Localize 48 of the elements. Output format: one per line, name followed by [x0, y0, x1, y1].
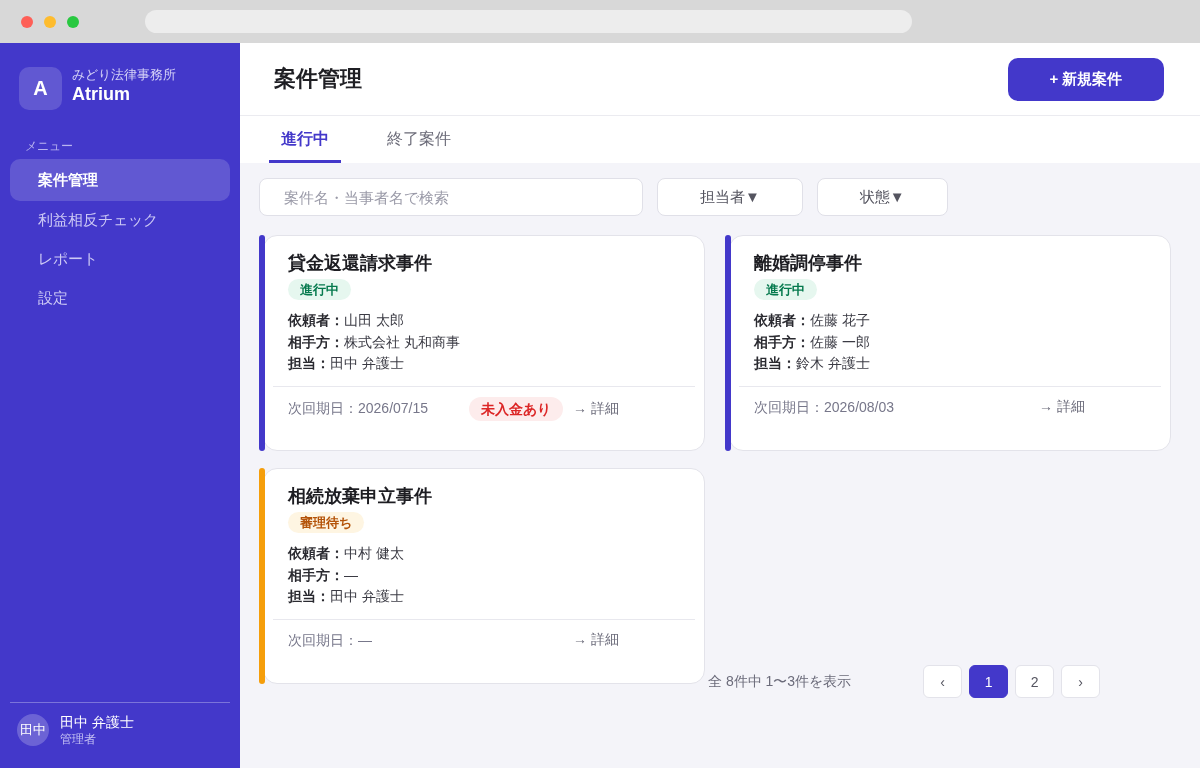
close-icon[interactable]: [21, 15, 33, 28]
user-name: 田中 弁護士: [60, 713, 134, 731]
next-date: 次回期日：—: [288, 630, 373, 650]
case-detail: 依頼者：中村 健太: [288, 544, 405, 563]
pagination-summary: 全 8件中 1〜3件を表示: [708, 672, 852, 691]
page-button[interactable]: 2: [1015, 665, 1055, 698]
case-title: 貸金返還請求事件: [288, 252, 433, 275]
sidebar-item[interactable]: 案件管理: [10, 159, 230, 201]
case-title: 相続放棄申立事件: [288, 485, 433, 508]
tab[interactable]: 終了案件: [375, 116, 463, 163]
firm-name: みどり法律事務所: [72, 66, 176, 83]
case-detail: 担当：田中 弁護士: [288, 354, 405, 373]
minimize-icon[interactable]: [44, 15, 56, 28]
case-detail: 依頼者：佐藤 花子: [754, 311, 871, 330]
case-detail: 担当：田中 弁護士: [288, 587, 405, 606]
case-detail: 相手方：佐藤 一郎: [754, 332, 871, 352]
status-pill: 進行中: [288, 279, 351, 300]
prev-page-button[interactable]: ‹: [923, 665, 963, 698]
search-field[interactable]: 案件名・当事者名で検索: [259, 178, 643, 216]
details-link[interactable]: → 詳細: [1039, 398, 1085, 416]
case-title: 離婚調停事件: [754, 252, 863, 275]
sidebar-item[interactable]: 利益相反チェック: [10, 201, 230, 240]
page-button[interactable]: 1: [969, 665, 1009, 698]
logo-mark: A: [19, 67, 62, 110]
case-detail: 担当：鈴木 弁護士: [754, 354, 871, 373]
new-case-button[interactable]: + 新規案件: [1008, 57, 1164, 101]
maximize-icon[interactable]: [67, 15, 79, 28]
filter-dropdown[interactable]: 状態▼: [816, 178, 948, 216]
case-detail: 依頼者：山田 太郎: [288, 311, 405, 330]
details-link[interactable]: → 詳細: [573, 399, 619, 418]
case-detail: 相手方：株式会社 丸和商事: [288, 332, 461, 352]
app-name: Atrium: [72, 83, 131, 105]
sidebar-item[interactable]: レポート: [10, 240, 230, 279]
sidebar-item[interactable]: 設定: [10, 279, 230, 318]
filter-dropdown[interactable]: 担当者▼: [657, 178, 803, 216]
status-pill: 審理待ち: [288, 512, 364, 533]
menu-section-label: メニュー: [24, 138, 74, 155]
user-role: 管理者: [60, 731, 97, 747]
details-link[interactable]: → 詳細: [573, 631, 619, 649]
tab[interactable]: 進行中: [269, 116, 341, 163]
next-date: 次回期日：2026/07/15: [288, 399, 430, 418]
user-avatar: 田中: [17, 714, 49, 746]
page-title: 案件管理: [274, 65, 362, 93]
status-pill: 進行中: [754, 279, 817, 300]
next-date: 次回期日：2026/08/03: [754, 397, 896, 417]
case-detail: 相手方：—: [288, 565, 359, 585]
next-page-button[interactable]: ›: [1061, 665, 1101, 698]
alert-tag: 未入金あり: [469, 396, 564, 421]
